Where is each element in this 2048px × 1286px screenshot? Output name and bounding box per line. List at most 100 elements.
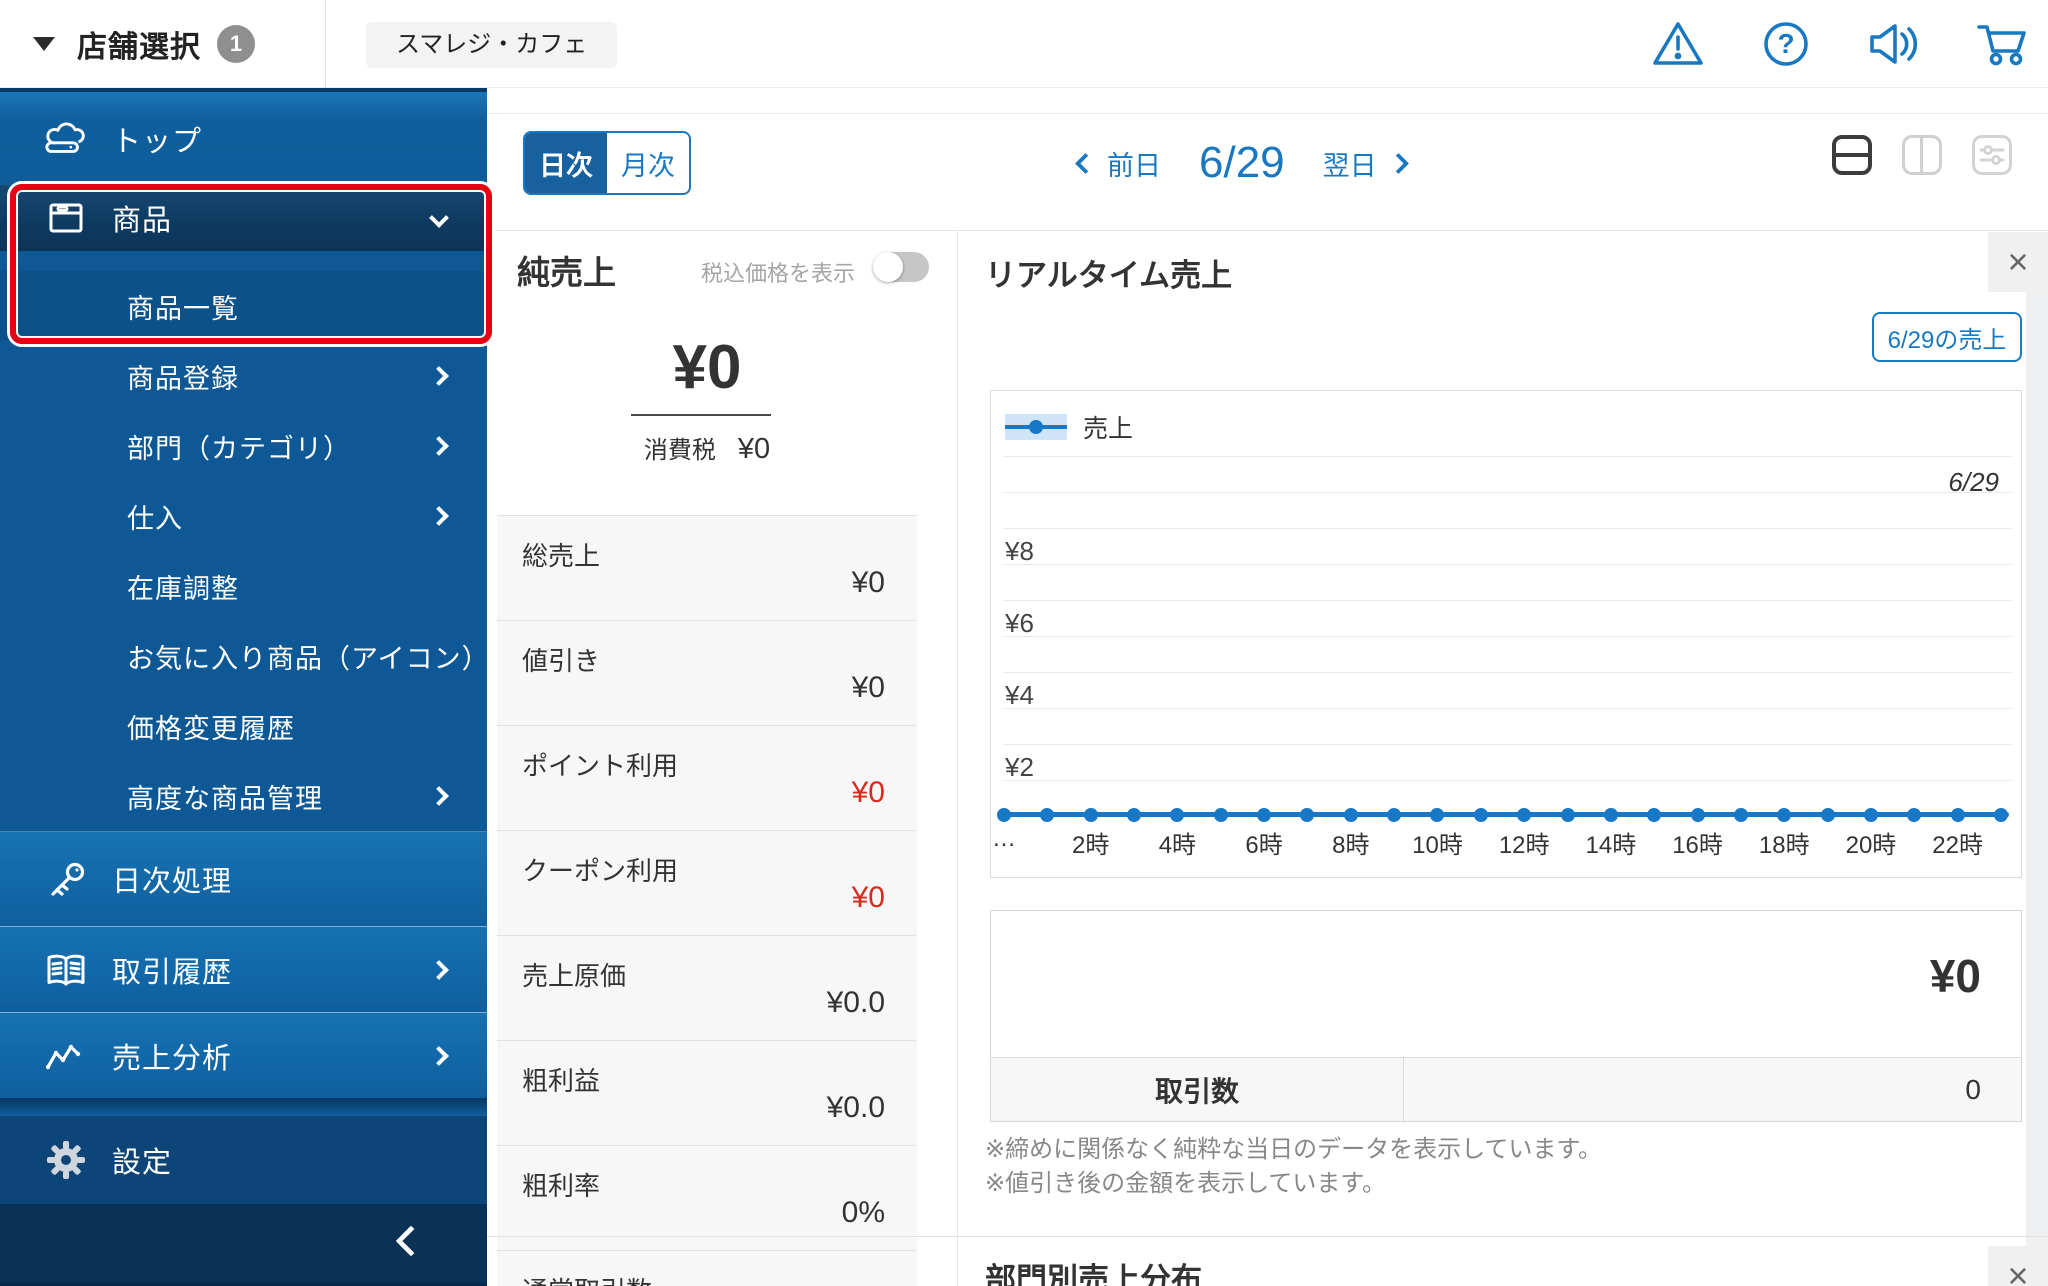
caret-down-icon (33, 37, 55, 51)
sidebar-item-label: 商品 (112, 205, 173, 237)
net-sales-stat-list: 総売上 ¥0 値引き ¥0 ポイント利用 ¥0 クーポン利用 ¥0 売上原価 ¥… (497, 515, 917, 1286)
transactions-count: 0 (1965, 1073, 1981, 1105)
layout-rows-icon[interactable] (1832, 135, 1872, 175)
chart-data-point (1777, 807, 1792, 822)
chart-data-point (1387, 807, 1402, 822)
sidebar-item-daily-closing[interactable]: 日次処理 (0, 831, 487, 926)
sidebar-collapse-bar[interactable] (0, 1204, 487, 1286)
sidebar-subitem-stock-adjust[interactable]: 在庫調整 (0, 551, 487, 621)
close-category-button[interactable]: × (1988, 1246, 2048, 1286)
stat-row: 総売上 ¥0 (497, 516, 917, 621)
close-icon: × (2007, 241, 2029, 282)
sidebar-subitem-categories[interactable]: 部門（カテゴリ） (0, 411, 487, 481)
sidebar-subitem-product-list[interactable]: 商品一覧 (0, 271, 487, 341)
sidebar-shadow (0, 1098, 487, 1116)
chart-data-point (1127, 807, 1142, 822)
y-tick-label: ¥6 (1005, 608, 1034, 638)
alert-triangle-icon[interactable] (1650, 16, 1706, 72)
close-icon: × (2007, 1255, 2029, 1286)
scroll-gutter[interactable] (2026, 232, 2048, 1286)
widget-settings-icon[interactable] (1972, 135, 2012, 175)
cart-icon[interactable] (1974, 16, 2030, 72)
x-tick-label: 22時 (1932, 832, 1983, 859)
chevron-left-icon[interactable] (1074, 152, 1097, 174)
sidebar-subitem-advanced[interactable]: 高度な商品管理 (0, 761, 487, 831)
layout-icon-group (1832, 135, 2012, 175)
toggle-knob (873, 252, 903, 282)
topbar-divider (325, 0, 326, 88)
products-submenu: 商品一覧 商品登録 部門（カテゴリ） 仕入 在庫調整 お気に入り商品（アイコン）… (0, 251, 489, 831)
key-icon (44, 860, 88, 898)
x-tick-label: … (992, 825, 1016, 852)
sidebar-item-label: 日次処理 (112, 866, 233, 898)
chevron-right-icon (429, 959, 449, 980)
x-tick-label: 14時 (1585, 832, 1637, 859)
next-day-button[interactable]: 翌日 (1323, 144, 1377, 183)
chart-data-point (1257, 807, 1272, 822)
megaphone-icon[interactable] (1866, 16, 1922, 72)
stat-row: 粗利益 ¥0.0 (497, 1041, 917, 1146)
sidebar-item-sales-analysis[interactable]: 売上分析 (0, 1012, 487, 1098)
date-sales-button[interactable]: 6/29の売上 (1872, 312, 2022, 362)
cloud-icon (44, 121, 88, 157)
current-date[interactable]: 6/29 (1199, 138, 1285, 188)
chart-data-point (1863, 807, 1878, 822)
x-tick-label: 16時 (1672, 832, 1723, 859)
chart-data-point (997, 807, 1011, 822)
store-selector[interactable]: 店舗選択 1 (33, 18, 255, 70)
chart-data-point (1517, 807, 1532, 822)
x-tick-label: 4時 (1158, 832, 1197, 859)
x-tick-label: 6時 (1245, 832, 1283, 859)
tax-amount: ¥0 (737, 433, 771, 465)
legend-line-icon (1005, 414, 1067, 440)
sidebar-subitem-price-history[interactable]: 価格変更履歴 (0, 691, 487, 761)
footnote: ※値引き後の金額を表示しています。 (985, 1170, 1386, 1197)
x-tick-label: 20時 (1845, 832, 1897, 859)
tab-daily[interactable]: 日次 (525, 133, 607, 193)
sidebar-subitem-favorites[interactable]: お気に入り商品（アイコン） (0, 621, 489, 691)
stat-row: クーポン利用 ¥0 (497, 831, 917, 936)
chevron-right-icon[interactable] (1387, 152, 1409, 174)
sidebar-item-settings[interactable]: 設定 (0, 1116, 487, 1204)
transactions-label: 取引数 (991, 1058, 1404, 1121)
sidebar-item-top[interactable]: トップ (0, 92, 487, 185)
category-sales-title: 部門別売上分布 (985, 1262, 1202, 1286)
tax-label: 消費税 (643, 437, 716, 464)
topbar: 店舗選択 1 スマレジ・カフェ ? (0, 0, 2048, 88)
section-divider (487, 230, 2048, 231)
sidebar-item-label: 取引履歴 (112, 956, 233, 989)
stat-row: 売上原価 ¥0.0 (497, 936, 917, 1041)
stat-row: ポイント利用 ¥0 (497, 726, 917, 831)
tax-display-toggle[interactable] (873, 252, 929, 282)
store-count-badge: 1 (217, 25, 255, 63)
transactions-amount: ¥0 (1929, 950, 1981, 1002)
dashboard-page: 店舗選択 1 スマレジ・カフェ ? トップ 商品 商品一覧 商品登録 部門（カテ… (0, 0, 2048, 1286)
chart-legend-sales[interactable]: 売上 (1005, 409, 1133, 445)
store-selector-label: 店舗選択 (77, 31, 201, 64)
y-tick-label: ¥2 (1005, 752, 1034, 782)
help-circle-icon[interactable]: ? (1758, 16, 1814, 72)
net-sales-amount: ¥0 (672, 333, 742, 402)
tab-monthly[interactable]: 月次 (607, 133, 689, 193)
footnote: ※締めに関係なく純粋な当日のデータを表示しています。 (985, 1136, 1602, 1163)
prev-day-button[interactable]: 前日 (1107, 144, 1161, 183)
sidebar-subitem-product-register[interactable]: 商品登録 (0, 341, 487, 411)
transactions-panel: ¥0 取引数 0 (990, 910, 2022, 1122)
chevron-right-icon (429, 786, 449, 806)
box-icon (44, 200, 88, 236)
chart-data-point (1647, 807, 1662, 822)
x-tick-label: 2時 (1072, 832, 1110, 859)
layout-columns-icon[interactable] (1902, 135, 1942, 175)
period-toggle: 日次 月次 (523, 131, 691, 195)
sidebar-item-products[interactable]: 商品 (0, 185, 487, 251)
sidebar-item-transaction-history[interactable]: 取引履歴 (0, 926, 487, 1012)
sidebar-subitem-purchasing[interactable]: 仕入 (0, 481, 487, 551)
transactions-row: 取引数 0 (991, 1057, 2021, 1121)
close-realtime-button[interactable]: × (1988, 232, 2048, 292)
stat-row: 通常取引数 (497, 1251, 917, 1286)
store-tab[interactable]: スマレジ・カフェ (366, 22, 618, 68)
y-tick-label: ¥4 (1005, 680, 1034, 710)
chart-data-point (1213, 807, 1228, 822)
sidebar-item-label: トップ (112, 125, 203, 158)
trend-icon (44, 1039, 88, 1073)
